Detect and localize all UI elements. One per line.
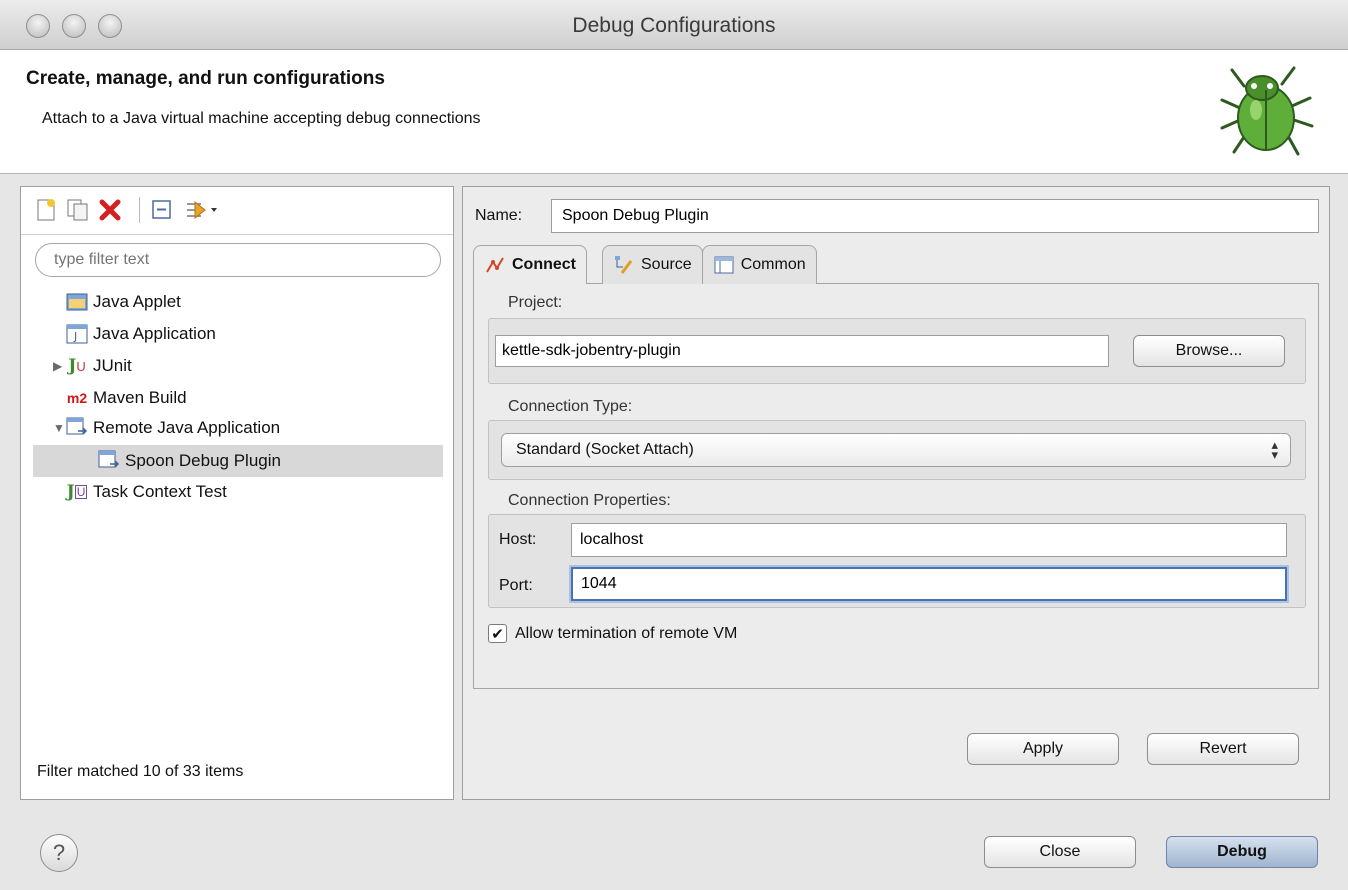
junit-icon: JU: [68, 356, 86, 376]
browse-button[interactable]: Browse...: [1133, 335, 1285, 367]
window-title: Debug Configurations: [572, 14, 776, 37]
connect-icon: [484, 255, 506, 275]
project-group: Browse...: [488, 318, 1306, 384]
connection-properties-group: Host: Port:: [488, 514, 1306, 608]
svg-text:J: J: [73, 330, 77, 343]
java-application-icon: J: [65, 323, 89, 345]
tree-item-junit[interactable]: JU JUnit: [65, 351, 132, 381]
tree-item-label: Task Context Test: [93, 482, 227, 501]
configuration-editor-panel: Name: Project: Browse... Connection Type…: [462, 186, 1330, 800]
collapse-all-icon[interactable]: [149, 197, 175, 223]
revert-button[interactable]: Revert: [1147, 733, 1299, 765]
tree-item-label: Maven Build: [93, 388, 187, 407]
duplicate-icon[interactable]: [65, 197, 91, 223]
filter-icon[interactable]: [181, 197, 221, 223]
connection-type-group: Standard (Socket Attach) ▴ ▾: [488, 420, 1306, 480]
select-arrows-icon: ▴ ▾: [1271, 437, 1278, 462]
apply-button[interactable]: Apply: [967, 733, 1119, 765]
name-label: Name:: [475, 207, 523, 224]
expand-junit-icon[interactable]: ▶: [53, 359, 62, 373]
project-label: Project:: [508, 294, 563, 311]
configuration-toolbar: [21, 187, 453, 235]
tree-item-maven-build[interactable]: m2 Maven Build: [65, 383, 187, 413]
connection-type-value: Standard (Socket Attach): [516, 441, 694, 458]
java-applet-icon: [65, 291, 89, 313]
tree-item-label: Java Applet: [93, 292, 181, 311]
header-title: Create, manage, and run configurations: [26, 68, 385, 89]
allow-termination-checkbox[interactable]: ✔: [488, 624, 507, 643]
debug-button[interactable]: Debug: [1166, 836, 1318, 868]
connection-type-label: Connection Type:: [508, 398, 633, 415]
filter-input[interactable]: [35, 243, 441, 277]
allow-termination-row[interactable]: ✔ Allow termination of remote VM: [488, 624, 737, 643]
allow-termination-label: Allow termination of remote VM: [515, 624, 738, 642]
delete-icon[interactable]: [97, 197, 123, 223]
tab-common[interactable]: Common: [701, 245, 817, 284]
remote-java-icon: [65, 417, 89, 439]
toolbar-separator: [139, 197, 140, 223]
source-icon: [613, 255, 635, 275]
tree-item-java-application[interactable]: J Java Application: [65, 319, 216, 349]
tab-source[interactable]: Source: [602, 245, 703, 284]
tree-item-label: JUnit: [93, 356, 132, 375]
tree-item-label: Spoon Debug Plugin: [125, 451, 281, 470]
tree-item-spoon-debug-plugin[interactable]: Spoon Debug Plugin: [97, 446, 281, 476]
host-label: Host:: [499, 531, 537, 548]
tree-item-task-context-test[interactable]: JU Task Context Test: [65, 477, 227, 507]
tab-label: Common: [740, 256, 806, 273]
connection-type-select[interactable]: Standard (Socket Attach) ▴ ▾: [501, 433, 1291, 467]
task-context-icon: JU: [66, 482, 88, 502]
maven-icon: m2: [66, 390, 88, 406]
tab-content: Project: Browse... Connection Type: Stan…: [473, 283, 1319, 689]
port-label: Port:: [499, 577, 533, 594]
new-configuration-icon[interactable]: [33, 197, 59, 223]
name-field[interactable]: [551, 199, 1319, 233]
tab-label: Connect: [512, 255, 576, 273]
filter-status: Filter matched 10 of 33 items: [37, 763, 244, 780]
tree-item-label: Java Application: [93, 324, 216, 343]
title-bar: Debug Configurations: [0, 0, 1348, 50]
project-field[interactable]: [495, 335, 1109, 367]
collapse-remote-java-icon[interactable]: ▼: [53, 421, 65, 435]
port-field[interactable]: [571, 567, 1287, 601]
dialog-header: Create, manage, and run configurations A…: [0, 50, 1348, 174]
host-field[interactable]: [571, 523, 1287, 557]
close-button[interactable]: Close: [984, 836, 1136, 868]
tab-connect[interactable]: Connect: [473, 245, 587, 284]
help-button[interactable]: ?: [40, 834, 78, 872]
bug-icon: [1220, 66, 1314, 156]
tree-item-java-applet[interactable]: Java Applet: [65, 287, 181, 317]
tree-item-label: Remote Java Application: [93, 418, 281, 437]
configuration-list-panel: Java Applet J Java Application ▶ JU JUni…: [20, 186, 454, 800]
header-subtitle: Attach to a Java virtual machine accepti…: [42, 110, 481, 127]
tab-label: Source: [641, 256, 692, 273]
tab-strip: Connect Source Common: [473, 245, 817, 284]
tree-item-remote-java-application[interactable]: Remote Java Application: [65, 413, 280, 443]
common-icon: [713, 255, 735, 275]
connection-properties-label: Connection Properties:: [508, 492, 671, 509]
remote-java-icon: [97, 450, 121, 472]
